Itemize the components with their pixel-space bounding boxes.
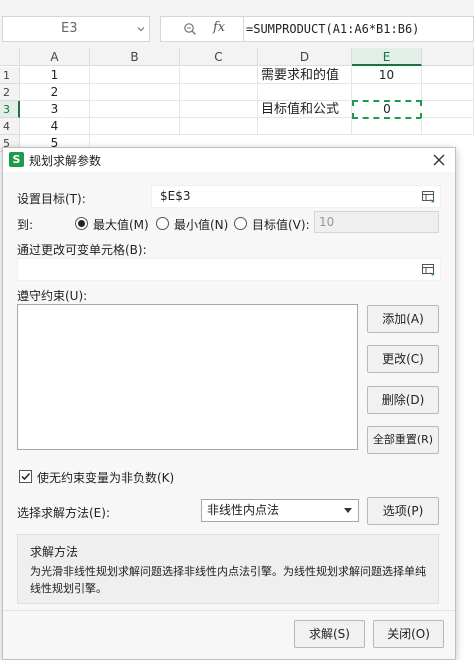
- close-icon[interactable]: [431, 152, 447, 168]
- chevron-down-icon[interactable]: [344, 508, 352, 513]
- reset-all-button[interactable]: 全部重置(R): [367, 426, 439, 454]
- name-box-value: E3: [61, 21, 78, 36]
- formula-tools: fx: [160, 16, 244, 42]
- cell-e1[interactable]: 10: [352, 67, 422, 84]
- cell-f3[interactable]: [422, 101, 474, 118]
- options-button[interactable]: 选项(P): [367, 497, 439, 525]
- close-button[interactable]: 关闭(O): [373, 620, 444, 648]
- row-header-1[interactable]: 1: [0, 67, 20, 84]
- constraints-label: 遵守约束(U):: [17, 289, 88, 303]
- formula-input[interactable]: =SUMPRODUCT(A1:A6*B1:B6): [244, 16, 474, 42]
- cell-f4[interactable]: [422, 118, 474, 135]
- delete-constraint-button[interactable]: 删除(D): [367, 386, 439, 414]
- changing-cells-label: 通过更改可变单元格(B):: [17, 243, 147, 257]
- app-icon: S: [9, 152, 24, 167]
- radio-target-value[interactable]: [234, 217, 247, 230]
- cell-a3[interactable]: 3: [20, 101, 90, 118]
- description-text: 为光滑非线性规划求解问题选择非线性内点法引擎。为线性规划求解问题选择单纯线性规划…: [30, 565, 426, 595]
- set-objective-value: $E$3: [160, 189, 191, 203]
- checkmark-icon: [21, 472, 31, 481]
- radio-target-value-label[interactable]: 目标值(V):: [252, 216, 310, 233]
- cell-d4[interactable]: [258, 118, 352, 135]
- cell-b3[interactable]: [90, 101, 180, 118]
- row-header-4[interactable]: 4: [0, 118, 20, 135]
- dialog-title: 规划求解参数: [29, 154, 102, 168]
- cell-a1[interactable]: 1: [20, 67, 90, 84]
- to-label: 到:: [17, 218, 34, 232]
- row-header-3[interactable]: 3: [0, 101, 20, 118]
- cell-e4[interactable]: [352, 118, 422, 135]
- column-header-e[interactable]: E: [352, 48, 422, 66]
- cell-f2[interactable]: [422, 84, 474, 101]
- formula-bar: E3 fx =SUMPRODUCT(A1:A6*B1:B6): [0, 0, 474, 48]
- range-select-icon[interactable]: [422, 264, 436, 277]
- cell-b1[interactable]: [90, 67, 180, 84]
- cell-f1[interactable]: [422, 67, 474, 84]
- constraints-list[interactable]: [17, 304, 358, 450]
- range-select-icon[interactable]: [422, 191, 436, 204]
- nonnegative-checkbox[interactable]: [19, 470, 32, 483]
- solve-button[interactable]: 求解(S): [294, 620, 365, 648]
- method-label: 选择求解方法(E):: [17, 506, 110, 520]
- corner-select-all[interactable]: [0, 48, 20, 66]
- cell-c4[interactable]: [180, 118, 258, 135]
- row-header-2[interactable]: 2: [0, 84, 20, 101]
- description-title: 求解方法: [30, 545, 79, 559]
- method-description-box: 求解方法 为光滑非线性规划求解问题选择非线性内点法引擎。为线性规划求解问题选择单…: [17, 534, 439, 604]
- radio-min-label[interactable]: 最小值(N): [174, 216, 228, 233]
- solver-parameters-dialog: S 规划求解参数 设置目标(T): $E$3 到: 最大值(M) 最小值(N) …: [2, 147, 456, 660]
- add-constraint-button[interactable]: 添加(A): [367, 305, 439, 333]
- footer-divider: [3, 610, 455, 611]
- cell-c2[interactable]: [180, 84, 258, 101]
- radio-max[interactable]: [75, 217, 88, 230]
- column-header-a[interactable]: A: [20, 48, 90, 66]
- column-header-c[interactable]: C: [180, 48, 258, 66]
- column-header-f[interactable]: [422, 48, 474, 66]
- cell-d3[interactable]: 目标值和公式: [258, 101, 352, 118]
- cell-e2[interactable]: [352, 84, 422, 101]
- cell-c1[interactable]: [180, 67, 258, 84]
- cell-b4[interactable]: [90, 118, 180, 135]
- cell-d2[interactable]: [258, 84, 352, 101]
- set-objective-field[interactable]: $E$3: [151, 185, 441, 208]
- cell-e3-selected[interactable]: 0: [352, 100, 422, 119]
- target-value-input[interactable]: 10: [314, 211, 439, 233]
- fx-icon[interactable]: fx: [213, 20, 225, 35]
- set-objective-label: 设置目标(T):: [17, 192, 86, 206]
- radio-max-label[interactable]: 最大值(M): [93, 216, 149, 233]
- dialog-titlebar[interactable]: S 规划求解参数: [3, 148, 455, 172]
- cell-b2[interactable]: [90, 84, 180, 101]
- name-box[interactable]: E3: [2, 16, 150, 42]
- changing-cells-field[interactable]: [17, 258, 441, 281]
- cell-a4[interactable]: 4: [20, 118, 90, 135]
- cell-d1[interactable]: 需要求和的值: [258, 67, 352, 84]
- radio-min[interactable]: [156, 217, 169, 230]
- nonnegative-label[interactable]: 使无约束变量为非负数(K): [37, 469, 174, 486]
- change-constraint-button[interactable]: 更改(C): [367, 345, 439, 373]
- column-header-d[interactable]: D: [258, 48, 352, 66]
- zoom-icon[interactable]: [183, 22, 197, 36]
- cell-c3[interactable]: [180, 101, 258, 118]
- column-header-b[interactable]: B: [90, 48, 180, 66]
- method-select-value: 非线性内点法: [207, 503, 280, 517]
- chevron-down-icon[interactable]: [137, 25, 145, 33]
- method-select[interactable]: 非线性内点法: [201, 499, 359, 522]
- cell-a2[interactable]: 2: [20, 84, 90, 101]
